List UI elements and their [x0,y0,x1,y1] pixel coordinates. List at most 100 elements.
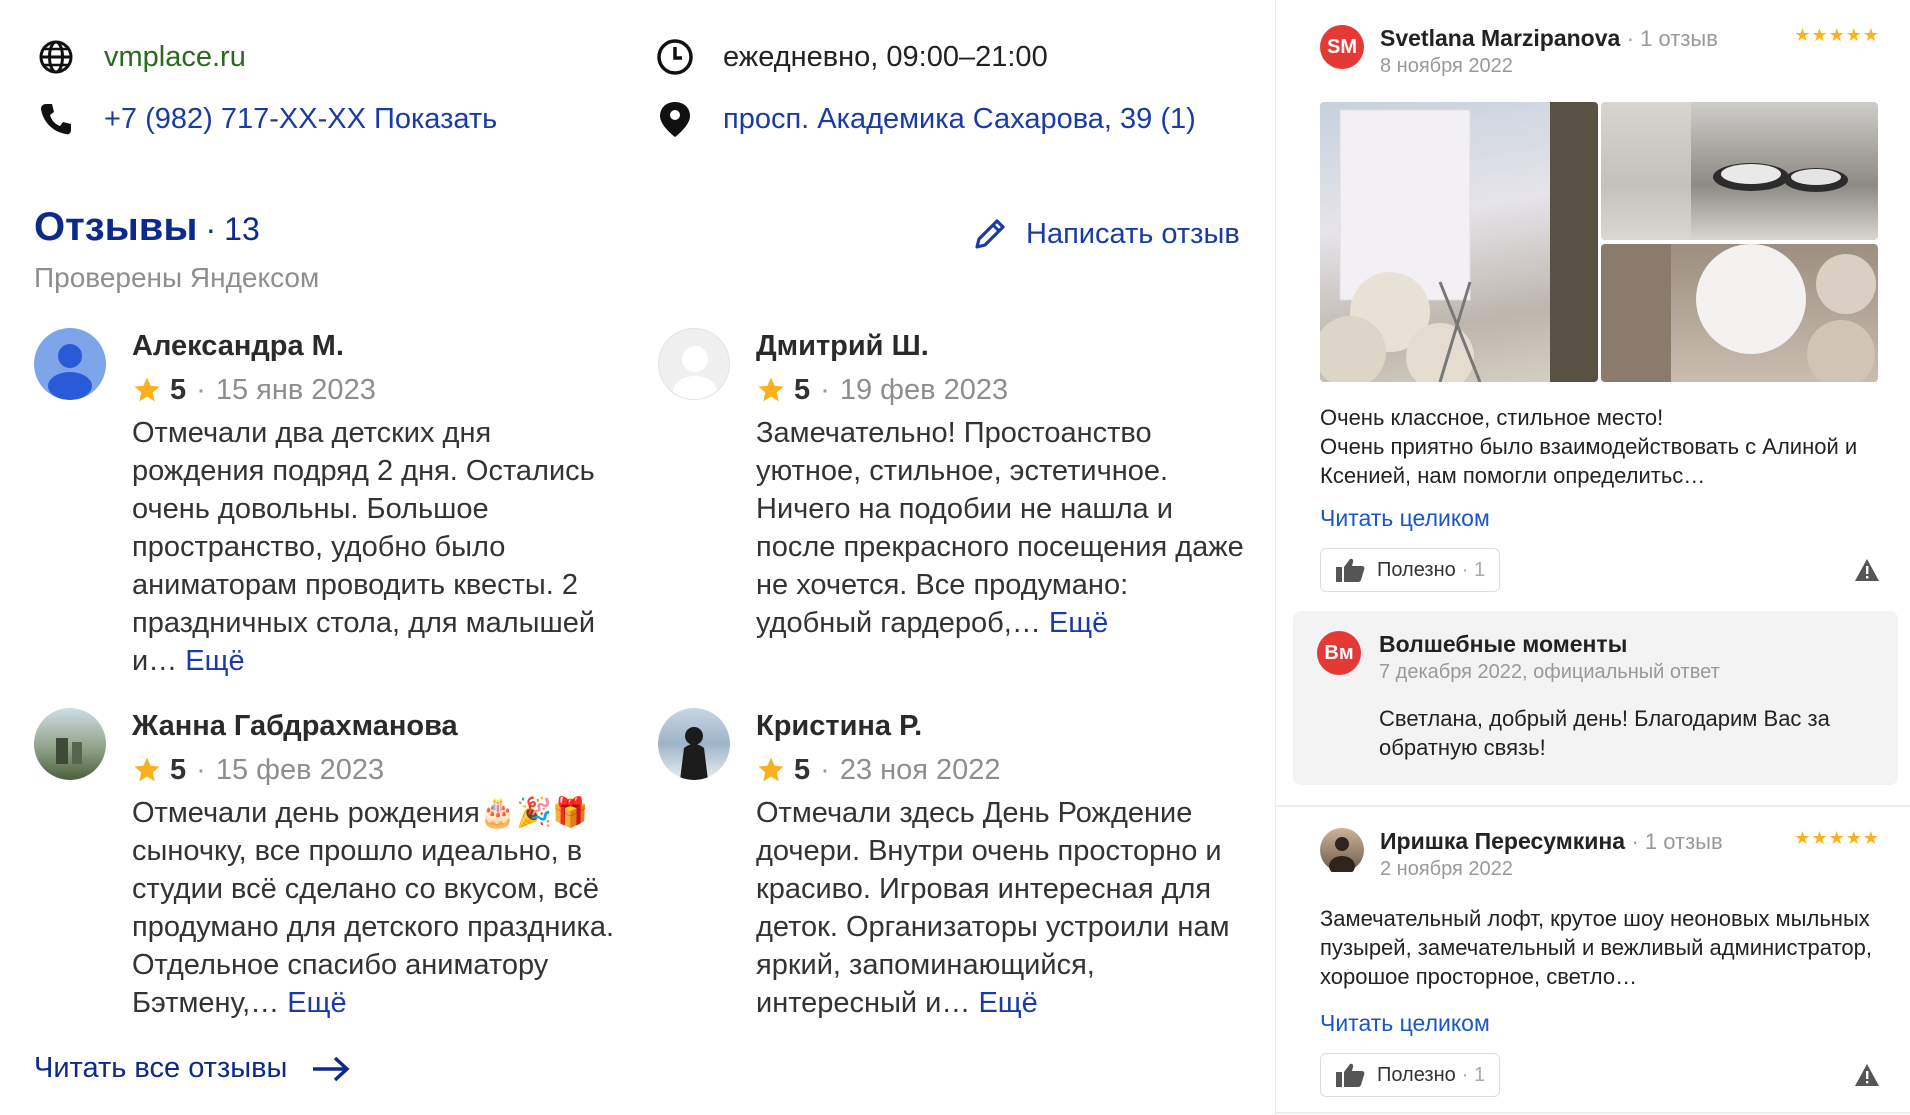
reviewer-name[interactable]: Кристина Р. [756,708,1256,744]
review-photo[interactable] [1320,102,1598,382]
reviewer-name[interactable]: Иришка Пересумкина · 1 отзыв [1380,828,1723,855]
reviews-count: 13 [224,211,260,247]
star-icon [758,757,784,782]
phone-link[interactable]: +7 (982) 717-XX-XX Показать [104,103,497,136]
avatar[interactable] [658,328,730,400]
avatar[interactable]: SM [1320,25,1364,69]
star-icon [134,377,160,402]
meta-separator: · [820,753,830,786]
avatar[interactable] [1320,828,1364,872]
reviewer-name-text: Иришка Пересумкина [1380,828,1626,854]
card-header: Иришка Пересумкина · 1 отзыв 2 ноября 20… [1320,828,1880,898]
side-review-card: Иришка Пересумкина · 1 отзыв 2 ноября 20… [1320,828,1880,1098]
phone-icon [36,99,76,139]
rating-stars: ★★★★★ [1794,828,1880,848]
review-rating: 5 [794,753,811,786]
report-warning-icon[interactable] [1854,558,1880,582]
reviewer-name[interactable]: Александра М. [132,328,652,364]
review-card: Кристина Р. 5 · 23 ноя 2022 Отмечали зде… [658,708,1230,1028]
review-text-content: Отмечали здесь День Рождение дочери. Вну… [756,797,1230,1019]
review-card: Александра М. 5 · 15 янв 2023 Отмечали д… [34,328,595,678]
review-text-line: Очень приятно было взаимодействовать с А… [1320,434,1858,488]
rating-stars: ★★★★★ [1794,25,1880,45]
write-review-button[interactable]: Написать отзыв [970,214,1240,254]
review-text: Замечательный лофт, крутое шоу неоновых … [1320,906,1872,989]
review-photo[interactable] [1601,244,1878,382]
review-date: 2 ноября 2022 [1380,858,1513,880]
useful-count-text: 1 [1473,1063,1486,1086]
thumbs-up-icon [1336,558,1365,582]
useful-button[interactable]: Полезно · 1 [1320,548,1501,592]
review-meta: 5 · 19 фев 2023 [756,370,1256,410]
meta-separator: · [196,373,206,406]
reviewer-name[interactable]: Жанна Габдрахманова [132,708,652,744]
star-icon [134,757,160,782]
replier-name[interactable]: Волшебные моменты [1379,631,1627,658]
pencil-icon [970,214,1010,254]
reviewer-name[interactable]: Дмитрий Ш. [756,328,1256,364]
review-photos[interactable] [1320,102,1878,382]
arrow-right-icon [311,1054,351,1084]
more-link[interactable]: Ещё [287,987,346,1019]
review-text: Отмечали день рождения🎂🎉🎁 сыночку, все п… [132,794,622,1022]
review-text-content: Замечательно! Простоанство уютное, стиль… [756,417,1244,639]
review-count: · 1 отзыв [1631,829,1723,854]
review-text: Отмечали здесь День Рождение дочери. Вну… [756,794,1256,1022]
useful-label: Полезно [1377,558,1456,581]
official-reply: Вм Волшебные моменты 7 декабря 2022, офи… [1293,611,1898,785]
reviewer-name[interactable]: Svetlana Marzipanova · 1 отзыв [1380,25,1718,52]
reviews-title[interactable]: Отзывы [34,205,198,250]
review-date: 8 ноября 2022 [1380,55,1513,77]
review-count: · 1 отзыв [1626,26,1718,51]
review-count-text: 1 отзыв [1640,26,1718,51]
review-count-text: 1 отзыв [1644,829,1723,854]
thumbs-up-icon [1336,1063,1365,1087]
review-photo[interactable] [1601,102,1878,240]
read-all-reviews-link[interactable]: Читать все отзывы [34,1052,351,1085]
card-actions: Полезно · 1 [1320,548,1880,594]
address-row[interactable]: просп. Академика Сахарова, 39 (1) [655,99,1196,139]
reply-text: Светлана, добрый день! Благодарим Вас за… [1379,706,1830,760]
website-row[interactable]: vmplace.ru [36,37,246,77]
clock-icon [655,37,695,77]
website-link[interactable]: vmplace.ru [104,41,246,74]
reviewer-name-text: Svetlana Marzipanova [1380,25,1621,51]
review-text: Замечательно! Простоанство уютное, стиль… [756,414,1251,642]
review-date: 23 ноя 2022 [839,753,1001,786]
review-date: 19 фев 2023 [839,373,1009,406]
meta-separator: · [820,373,830,406]
write-review-label: Написать отзыв [1026,217,1240,250]
review-date: 15 янв 2023 [215,373,376,406]
more-link[interactable]: Ещё [978,987,1037,1019]
report-warning-icon[interactable] [1854,1063,1880,1087]
review-rating: 5 [170,373,187,406]
divider [1276,1112,1910,1114]
review-meta: 5 · 15 фев 2023 [132,750,652,790]
reply-date: 7 декабря 2022, официальный ответ [1379,661,1720,683]
hours-row: ежедневно, 09:00–21:00 [655,37,1048,77]
avatar[interactable] [658,708,730,780]
more-link[interactable]: Ещё [1049,607,1108,639]
review-rating: 5 [794,373,811,406]
useful-count-text: 1 [1473,558,1486,581]
read-full-link[interactable]: Читать целиком [1320,1010,1490,1037]
avatar[interactable] [34,328,106,400]
phone-row[interactable]: +7 (982) 717-XX-XX Показать [36,99,497,139]
divider [1276,805,1910,807]
review-text-content: Отмечали два детских дня рождения подряд… [132,417,596,677]
useful-button[interactable]: Полезно · 1 [1320,1053,1501,1097]
review-text-line: Очень классное, стильное место! [1320,405,1664,430]
avatar[interactable] [34,708,106,780]
hours-text: ежедневно, 09:00–21:00 [723,40,1048,73]
meta-separator: · [196,753,206,786]
reviews-header: Отзывы · 13 [34,205,260,250]
star-icon [758,377,784,402]
read-full-link[interactable]: Читать целиком [1320,505,1490,532]
side-review-card: SM Svetlana Marzipanova · 1 отзыв 8 нояб… [1320,25,1880,600]
card-header: SM Svetlana Marzipanova · 1 отзыв 8 нояб… [1320,25,1880,95]
avatar[interactable]: Вм [1317,631,1361,675]
address-link[interactable]: просп. Академика Сахарова, 39 (1) [723,103,1196,136]
more-link[interactable]: Ещё [185,645,244,677]
side-reviews-panel: SM Svetlana Marzipanova · 1 отзыв 8 нояб… [1275,0,1910,1115]
review-meta: 5 · 15 янв 2023 [132,370,652,410]
